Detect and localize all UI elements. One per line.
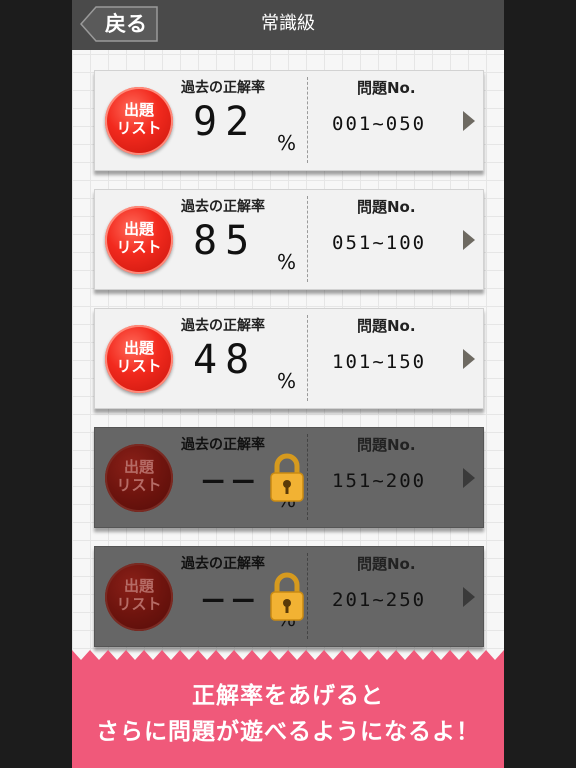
question-range: 201~250 xyxy=(332,589,427,611)
past-rate-label: 過去の正解率 xyxy=(181,556,265,572)
divider xyxy=(307,315,308,401)
question-list-badge: 出題 リスト xyxy=(105,563,173,631)
triangle-right-icon xyxy=(463,111,475,131)
badge-line1: 出題 xyxy=(123,220,154,238)
divider xyxy=(307,434,308,520)
badge-line1: 出題 xyxy=(123,458,154,476)
badge-line1: 出題 xyxy=(123,577,154,595)
divider xyxy=(307,196,308,282)
question-range: 101~150 xyxy=(332,351,427,373)
question-list-row-4-locked[interactable]: 出題 リスト 過去の正解率 −− % 問題No. 151~200 xyxy=(94,427,484,528)
badge-line1: 出題 xyxy=(123,101,154,119)
question-list-badge[interactable]: 出題 リスト xyxy=(105,206,173,274)
question-list-badge[interactable]: 出題 リスト xyxy=(105,87,173,155)
app-screen: 戻る 常識級 出題 リスト 過去の正解率 92 % 問題No. 001~050 … xyxy=(72,0,504,768)
badge-line2: リスト xyxy=(116,595,162,613)
question-list-badge[interactable]: 出題 リスト xyxy=(105,325,173,393)
triangle-right-icon xyxy=(463,230,475,250)
badge-line2: リスト xyxy=(116,357,162,375)
badge-line1: 出題 xyxy=(123,339,154,357)
padlock-icon xyxy=(270,453,304,502)
question-no-label: 問題No. xyxy=(357,436,416,454)
triangle-right-icon xyxy=(463,349,475,369)
padlock-icon xyxy=(270,572,304,621)
letterbox-left xyxy=(0,0,72,768)
past-rate-label: 過去の正解率 xyxy=(181,437,265,453)
letterbox-right xyxy=(504,0,576,768)
percent-sign: % xyxy=(277,250,297,274)
past-rate-label: 過去の正解率 xyxy=(181,318,265,334)
question-list-row-2[interactable]: 出題 リスト 過去の正解率 85 % 問題No. 051~100 xyxy=(94,189,484,290)
triangle-right-icon xyxy=(463,587,475,607)
header-bar: 戻る 常識級 xyxy=(72,0,504,50)
question-list-badge: 出題 リスト xyxy=(105,444,173,512)
banner-line2: さらに問題が遊べるようになるよ！ xyxy=(96,719,480,745)
question-no-label: 問題No. xyxy=(357,198,416,216)
percent-sign: % xyxy=(277,131,297,155)
page-title: 常識級 xyxy=(261,13,315,34)
past-rate-label: 過去の正解率 xyxy=(181,199,265,215)
badge-line2: リスト xyxy=(116,119,162,137)
question-no-label: 問題No. xyxy=(357,555,416,573)
badge-line2: リスト xyxy=(116,238,162,256)
question-range: 051~100 xyxy=(332,232,427,254)
past-rate-label: 過去の正解率 xyxy=(181,80,265,96)
hint-banner: 正解率をあげると さらに問題が遊べるようになるよ！ xyxy=(72,650,504,768)
divider xyxy=(307,553,308,639)
question-no-label: 問題No. xyxy=(357,317,416,335)
triangle-right-icon xyxy=(463,468,475,488)
question-range: 001~050 xyxy=(332,113,427,135)
percent-sign: % xyxy=(277,369,297,393)
divider xyxy=(307,77,308,163)
question-list-row-3[interactable]: 出題 リスト 過去の正解率 48 % 問題No. 101~150 xyxy=(94,308,484,409)
question-list-row-5-locked[interactable]: 出題 リスト 過去の正解率 −− % 問題No. 201~250 xyxy=(94,546,484,647)
question-list-row-1[interactable]: 出題 リスト 過去の正解率 92 % 問題No. 001~050 xyxy=(94,70,484,171)
question-no-label: 問題No. xyxy=(357,79,416,97)
banner-line1: 正解率をあげると xyxy=(192,683,384,709)
badge-line2: リスト xyxy=(116,476,162,494)
question-range: 151~200 xyxy=(332,470,427,492)
